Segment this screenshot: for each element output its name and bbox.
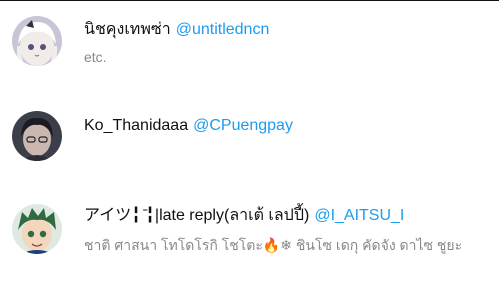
user-list-item[interactable]: นิชคุงเทพซ่า @untitledncn etc.	[0, 8, 499, 86]
user-bio: ชาติ ศาสนา โทโดโรกิ โชโตะ🔥❄ ชินโซ เดกุ ค…	[84, 237, 463, 253]
display-name[interactable]: アイツ╏ ̄╏|late reply(ลาเต้ เลปปี้)	[84, 207, 309, 224]
user-list-item[interactable]: Ko_Thanidaaa @CPuengpay	[0, 96, 499, 174]
user-avatar[interactable]	[12, 16, 62, 66]
display-name[interactable]: Ko_Thanidaaa	[84, 117, 188, 134]
user-name-line: นิชคุงเทพซ่า @untitledncn	[84, 20, 269, 40]
user-avatar[interactable]	[12, 204, 62, 254]
user-handle[interactable]: @CPuengpay	[193, 117, 293, 134]
user-handle[interactable]: @untitledncn	[176, 21, 270, 38]
display-name[interactable]: นิชคุงเทพซ่า	[84, 21, 171, 38]
top-divider	[0, 0, 499, 1]
user-name-line: Ko_Thanidaaa @CPuengpay	[84, 116, 293, 136]
user-handle[interactable]: @I_AITSU_I	[314, 207, 404, 224]
user-bio: etc.	[84, 49, 107, 65]
user-list-item[interactable]: アイツ╏ ̄╏|late reply(ลาเต้ เลปปี้) @I_AITSU…	[0, 190, 499, 268]
user-name-line: アイツ╏ ̄╏|late reply(ลาเต้ เลปปี้) @I_AITSU…	[84, 206, 404, 226]
user-avatar[interactable]	[12, 111, 62, 161]
